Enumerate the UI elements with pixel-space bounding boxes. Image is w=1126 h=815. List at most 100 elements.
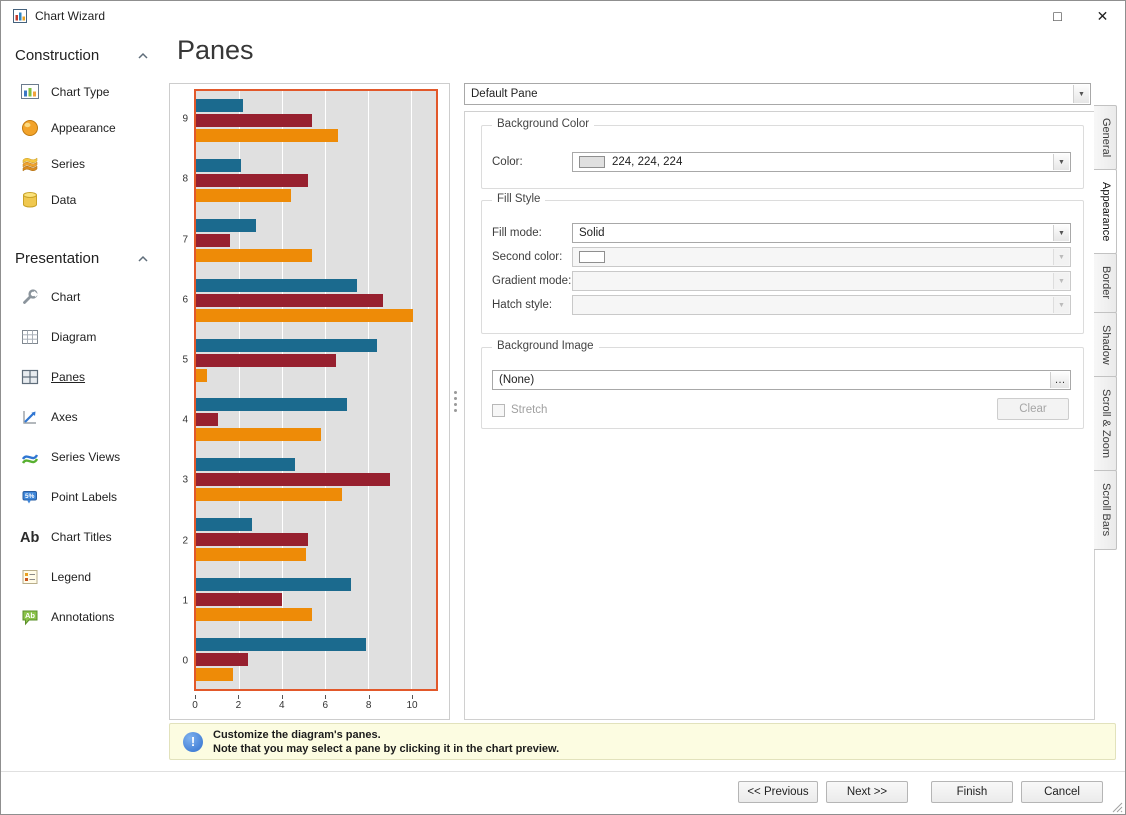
tab-scroll-zoom[interactable]: Scroll & Zoom: [1094, 376, 1117, 471]
y-tick-label: 9: [182, 114, 188, 125]
category-group: [196, 390, 436, 450]
y-axis-labels: 0123456789: [170, 89, 192, 691]
splitter-handle[interactable]: [453, 389, 458, 413]
svg-text:Ab: Ab: [20, 530, 39, 546]
svg-text:5%: 5%: [25, 493, 35, 500]
category-group: [196, 629, 436, 689]
finish-button[interactable]: Finish: [931, 781, 1013, 803]
bar: [196, 189, 291, 202]
sidebar-item-chart-titles[interactable]: Ab Chart Titles: [1, 517, 165, 557]
axes-arrow-icon: [19, 406, 41, 428]
sidebar-item-label: Panes: [51, 370, 85, 384]
y-tick-label: 1: [182, 595, 188, 606]
fill-style-group: Fill Style Fill mode: Solid ▼ Second col…: [481, 200, 1084, 334]
bar: [196, 99, 243, 112]
chevron-down-icon: ▼: [1053, 249, 1069, 265]
section-presentation[interactable]: Presentation: [1, 234, 165, 277]
close-button[interactable]: ✕: [1080, 1, 1125, 31]
background-image-group: Background Image (None) … Stretch Clear: [481, 347, 1084, 429]
section-presentation-label: Presentation: [15, 250, 99, 267]
chart-type-icon: [19, 81, 41, 103]
sidebar-item-label: Point Labels: [51, 490, 117, 504]
layers-icon: [19, 153, 41, 175]
y-tick-label: 2: [182, 535, 188, 546]
category-group: [196, 450, 436, 510]
fill-mode-combobox[interactable]: Solid ▼: [572, 223, 1071, 243]
maximize-button[interactable]: □: [1035, 1, 1080, 31]
section-construction-label: Construction: [15, 47, 99, 64]
group-title: Background Image: [492, 340, 599, 352]
section-construction[interactable]: Construction: [1, 31, 165, 74]
category-group: [196, 569, 436, 629]
bar: [196, 159, 241, 172]
sidebar-item-diagram[interactable]: Diagram: [1, 317, 165, 357]
sidebar-item-annotations[interactable]: Ab Annotations: [1, 597, 165, 637]
y-tick-label: 4: [182, 415, 188, 426]
pane-settings-panel: Default Pane ▼ Background Color Color: 2…: [464, 83, 1116, 720]
titlebar: Chart Wizard □ ✕: [1, 1, 1125, 31]
background-color-group: Background Color Color: 224, 224, 224 ▼: [481, 125, 1084, 189]
sidebar-item-label: Legend: [51, 570, 91, 584]
bar: [196, 294, 383, 307]
bar: [196, 458, 295, 471]
page-title: Panes: [177, 35, 254, 66]
vertical-tabstrip: General Appearance Border Shadow Scroll …: [1094, 105, 1117, 550]
waves-icon: [19, 446, 41, 468]
cancel-button[interactable]: Cancel: [1021, 781, 1103, 803]
y-tick-label: 8: [182, 174, 188, 185]
x-tick-label: 10: [406, 700, 417, 711]
resize-grip-icon[interactable]: [1111, 800, 1123, 812]
category-group: [196, 211, 436, 271]
tab-shadow[interactable]: Shadow: [1094, 312, 1117, 378]
tab-general[interactable]: General: [1094, 105, 1117, 170]
background-image-combobox[interactable]: (None) …: [492, 370, 1071, 390]
hatch-style-combobox: ▼: [572, 295, 1071, 315]
sidebar-item-series[interactable]: Series: [1, 146, 165, 182]
color-swatch: [579, 156, 605, 168]
browse-image-button[interactable]: …: [1050, 372, 1069, 388]
pane-selector-combobox[interactable]: Default Pane ▼: [464, 83, 1091, 105]
pane-selector-value: Default Pane: [471, 88, 538, 100]
sidebar-item-data[interactable]: Data: [1, 182, 165, 218]
sidebar-item-point-labels[interactable]: 5% Point Labels: [1, 477, 165, 517]
tab-scroll-bars[interactable]: Scroll Bars: [1094, 470, 1117, 549]
sidebar-item-label: Chart Titles: [51, 530, 112, 544]
stretch-label: Stretch: [511, 404, 547, 416]
sidebar-item-chart-type[interactable]: Chart Type: [1, 74, 165, 110]
previous-button[interactable]: << Previous: [738, 781, 818, 803]
x-tick: [238, 695, 239, 699]
x-tick-label: 0: [192, 700, 198, 711]
tab-border[interactable]: Border: [1094, 253, 1117, 312]
chart-plot[interactable]: [194, 89, 438, 691]
gradient-mode-combobox: ▼: [572, 271, 1071, 291]
category-group: [196, 151, 436, 211]
y-tick-label: 5: [182, 354, 188, 365]
bar: [196, 219, 256, 232]
chevron-down-icon: ▼: [1053, 297, 1069, 313]
sidebar-item-axes[interactable]: Axes: [1, 397, 165, 437]
sidebar-item-label: Appearance: [51, 121, 116, 135]
bar: [196, 174, 308, 187]
sidebar-item-appearance[interactable]: Appearance: [1, 110, 165, 146]
category-group: [196, 91, 436, 151]
chevron-down-icon: ▼: [1053, 273, 1069, 289]
background-image-value: (None): [499, 374, 534, 386]
x-tick: [282, 695, 283, 699]
bar: [196, 369, 207, 382]
database-icon: [19, 189, 41, 211]
color-combobox[interactable]: 224, 224, 224 ▼: [572, 152, 1071, 172]
bar: [196, 668, 233, 681]
second-color-swatch: [579, 251, 605, 263]
tab-appearance[interactable]: Appearance: [1094, 169, 1117, 254]
sidebar-item-panes[interactable]: Panes: [1, 357, 165, 397]
percent-label-icon: 5%: [19, 486, 41, 508]
bar: [196, 249, 312, 262]
sidebar-item-label: Data: [51, 193, 76, 207]
bar: [196, 473, 390, 486]
sidebar-item-series-views[interactable]: Series Views: [1, 437, 165, 477]
sidebar-item-label: Diagram: [51, 330, 96, 344]
sidebar-item-legend[interactable]: Legend: [1, 557, 165, 597]
x-tick-label: 6: [322, 700, 328, 711]
sidebar-item-chart[interactable]: Chart: [1, 277, 165, 317]
next-button[interactable]: Next >>: [826, 781, 908, 803]
